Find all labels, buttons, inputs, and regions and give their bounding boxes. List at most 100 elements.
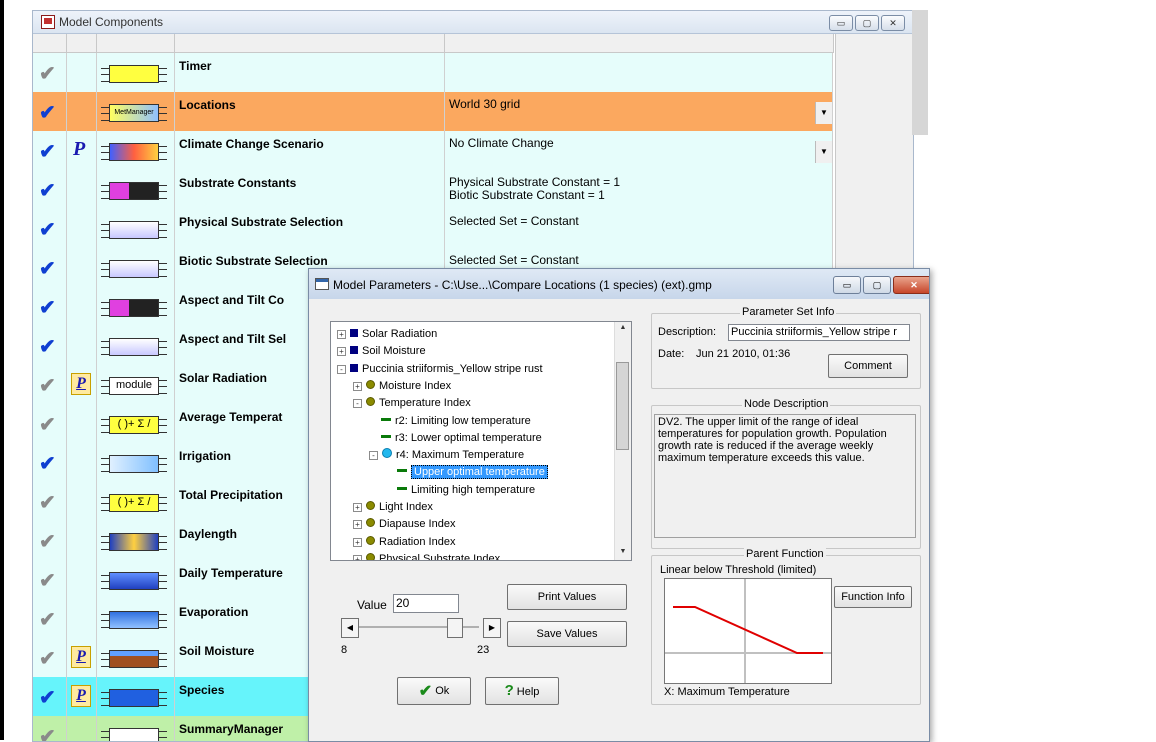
daylength-module-icon[interactable] <box>101 533 167 551</box>
collapse-icon[interactable]: - <box>337 364 346 374</box>
expand-icon[interactable]: + <box>353 381 362 391</box>
module-icon-cell[interactable] <box>97 326 175 365</box>
tree-node-label[interactable]: Limiting high temperature <box>411 484 535 496</box>
enabled-cell[interactable]: ✔ <box>33 287 67 326</box>
checkmark-icon[interactable]: ✔ <box>39 298 56 318</box>
expand-icon[interactable]: + <box>353 554 362 560</box>
parameter-cell[interactable] <box>67 53 97 92</box>
parameter-tree[interactable]: + Solar Radiation + Soil Moisture - Puccinia … <box>330 321 632 561</box>
irrigation-module-icon[interactable] <box>101 455 167 473</box>
tree-node[interactable]: - r4: Maximum Temperature <box>369 447 524 464</box>
slider-left-arrow-icon[interactable]: ◀ <box>341 618 359 638</box>
parameter-file-icon[interactable]: P <box>71 646 91 668</box>
slider-right-arrow-icon[interactable]: ▶ <box>483 618 501 638</box>
module-icon-cell[interactable] <box>97 638 175 677</box>
description-field[interactable]: Puccinia striiformis_Yellow stripe r <box>728 324 910 341</box>
parameter-cell[interactable] <box>67 209 97 248</box>
parameter-cell[interactable] <box>67 560 97 599</box>
dialog-maximize-button[interactable]: ▢ <box>863 276 891 294</box>
ok-button[interactable]: ✔ Ok <box>397 677 471 705</box>
tree-node[interactable]: r2: Limiting low temperature <box>369 413 531 430</box>
tree-node-label[interactable]: Puccinia striiformis_Yellow stripe rust <box>362 363 543 375</box>
tree-node[interactable]: Upper optimal temperature <box>385 464 548 481</box>
selector-module-icon[interactable] <box>101 260 167 278</box>
module-icon-cell[interactable]: MetManager <box>97 92 175 131</box>
enabled-cell[interactable]: ✔ <box>33 404 67 443</box>
species-module-icon[interactable] <box>101 689 167 707</box>
parameter-file-icon[interactable]: P <box>71 373 91 395</box>
climate-change-module-icon[interactable] <box>101 143 167 161</box>
tree-node[interactable]: - Temperature Index <box>353 395 471 412</box>
generic-module-icon[interactable]: module <box>101 377 167 395</box>
module-icon-cell[interactable]: module <box>97 365 175 404</box>
dropdown-arrow-icon[interactable]: ▼ <box>815 141 832 163</box>
collapse-icon[interactable]: - <box>353 399 362 409</box>
tree-node-label[interactable]: Physical Substrate Index <box>379 553 500 560</box>
checkmark-icon[interactable]: ✔ <box>39 610 56 630</box>
module-icon-cell[interactable] <box>97 599 175 638</box>
enabled-cell[interactable]: ✔ <box>33 53 67 92</box>
parameter-cell[interactable] <box>67 443 97 482</box>
scroll-up-icon[interactable]: ▲ <box>615 324 631 331</box>
parameter-cell[interactable]: P <box>67 638 97 677</box>
function-info-button[interactable]: Function Info <box>834 586 912 608</box>
dialog-minimize-button[interactable]: ▭ <box>833 276 861 294</box>
value-input[interactable]: 20 <box>393 594 459 613</box>
value-slider[interactable]: ◀ ▶ <box>341 618 501 638</box>
enabled-cell[interactable]: ✔ <box>33 248 67 287</box>
soil-moisture-module-icon[interactable] <box>101 650 167 668</box>
tree-node-label[interactable]: r3: Lower optimal temperature <box>395 432 542 444</box>
parameter-cell[interactable]: P <box>67 131 97 170</box>
checkmark-icon[interactable]: ✔ <box>39 337 56 357</box>
tree-scrollbar[interactable]: ▲ ▼ <box>614 322 631 560</box>
vertical-scrollbar[interactable] <box>912 10 928 135</box>
tree-node-label[interactable]: Solar Radiation <box>362 328 437 340</box>
parameter-cell[interactable] <box>67 287 97 326</box>
checkmark-icon[interactable]: ✔ <box>39 376 56 396</box>
enabled-cell[interactable]: ✔ <box>33 716 67 741</box>
tree-node[interactable]: + Moisture Index <box>353 378 451 395</box>
print-values-button[interactable]: Print Values <box>507 584 627 610</box>
parameter-cell[interactable]: P <box>67 677 97 716</box>
parameter-icon[interactable]: P <box>73 138 85 161</box>
tree-node-label[interactable]: Moisture Index <box>379 380 451 392</box>
enabled-cell[interactable]: ✔ <box>33 560 67 599</box>
module-icon-cell[interactable] <box>97 248 175 287</box>
summation-module-icon[interactable]: ( )+ Σ / <box>101 416 167 434</box>
enabled-cell[interactable]: ✔ <box>33 209 67 248</box>
parameter-cell[interactable] <box>67 521 97 560</box>
parameter-cell[interactable] <box>67 716 97 741</box>
component-row[interactable]: ✔ P Climate Change Scenario No Climate Chan… <box>33 131 833 171</box>
expand-icon[interactable]: + <box>337 330 346 339</box>
module-icon-cell[interactable] <box>97 131 175 170</box>
tree-node-label[interactable]: r4: Maximum Temperature <box>396 449 524 461</box>
tree-node[interactable]: + Soil Moisture <box>337 343 426 360</box>
component-value-cell[interactable] <box>445 53 833 92</box>
comment-button[interactable]: Comment <box>828 354 908 378</box>
module-icon-cell[interactable] <box>97 677 175 716</box>
selector-module-icon[interactable] <box>101 221 167 239</box>
parameter-cell[interactable] <box>67 404 97 443</box>
component-value-cell[interactable]: No Climate Change ▼ <box>445 131 833 170</box>
component-row[interactable]: ✔ MetManager Locations World 30 grid ▼ <box>33 92 833 132</box>
tree-node-label[interactable]: Upper optimal temperature <box>411 465 548 480</box>
tree-node[interactable]: - Puccinia striiformis_Yellow stripe rust <box>337 361 543 378</box>
save-values-button[interactable]: Save Values <box>507 621 627 647</box>
help-button[interactable]: ? Help <box>485 677 559 705</box>
collapse-icon[interactable]: - <box>369 451 378 461</box>
tree-node-label[interactable]: r2: Limiting low temperature <box>395 415 531 427</box>
enabled-cell[interactable]: ✔ <box>33 638 67 677</box>
enabled-cell[interactable]: ✔ <box>33 482 67 521</box>
component-row[interactable]: ✔ Physical Substrate Selection Selected Se… <box>33 209 833 249</box>
parameter-cell[interactable] <box>67 92 97 131</box>
module-icon-cell[interactable] <box>97 521 175 560</box>
component-row[interactable]: ✔ Substrate Constants Physical Substrate C… <box>33 170 833 210</box>
substrate-constants-module-icon[interactable] <box>101 299 167 317</box>
component-value-cell[interactable]: World 30 grid ▼ <box>445 92 833 131</box>
module-icon-cell[interactable]: ( )+ Σ / <box>97 482 175 521</box>
tree-node[interactable]: r3: Lower optimal temperature <box>369 430 542 447</box>
checkmark-icon[interactable]: ✔ <box>39 688 56 708</box>
checkmark-icon[interactable]: ✔ <box>39 649 56 669</box>
enabled-cell[interactable]: ✔ <box>33 677 67 716</box>
enabled-cell[interactable]: ✔ <box>33 326 67 365</box>
